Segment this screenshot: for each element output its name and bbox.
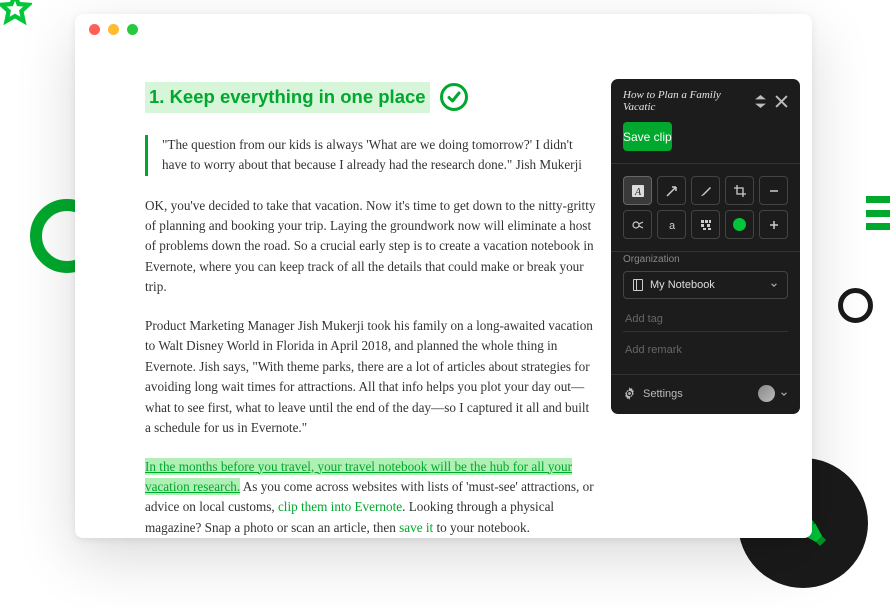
crop-icon[interactable]: [725, 176, 754, 205]
notebook-icon: [633, 279, 643, 291]
remark-input[interactable]: [623, 338, 788, 362]
arrow-icon[interactable]: [657, 176, 686, 205]
account-menu[interactable]: [758, 385, 788, 402]
chevron-down-icon: [780, 390, 788, 398]
settings-button[interactable]: Settings: [623, 387, 683, 400]
font-icon[interactable]: a: [657, 210, 686, 239]
clipper-title: How to Plan a Family Vacatic: [623, 89, 754, 113]
color-picker-icon[interactable]: [725, 210, 754, 239]
zoom-in-icon[interactable]: [759, 210, 788, 239]
checkmark-stamp-icon: [440, 83, 468, 111]
titlebar: [75, 14, 812, 44]
organization-label: Organization: [611, 252, 800, 271]
window-minimize-button[interactable]: [108, 24, 119, 35]
annotation-tools: A a: [611, 164, 800, 251]
window-zoom-button[interactable]: [127, 24, 138, 35]
inline-link[interactable]: save it: [399, 520, 433, 535]
svg-text:a: a: [668, 220, 675, 232]
decor-dashes: [866, 196, 890, 230]
collapse-icon[interactable]: [754, 95, 767, 108]
browser-window: 1. Keep everything in one place "The que…: [75, 14, 812, 538]
zoom-out-icon[interactable]: [759, 176, 788, 205]
avatar: [758, 385, 775, 402]
decor-small-ring: [838, 288, 873, 323]
paragraph: OK, you've decided to take that vacation…: [145, 196, 597, 298]
paragraph: Product Marketing Manager Jish Mukerji t…: [145, 316, 597, 439]
notebook-selector[interactable]: My Notebook: [623, 271, 788, 299]
paragraph: In the months before you travel, your tr…: [145, 457, 597, 538]
tag-input[interactable]: [623, 307, 788, 332]
web-clipper-panel: How to Plan a Family Vacatic Save clip A: [611, 79, 800, 414]
inline-link[interactable]: clip them into Evernote: [278, 499, 402, 514]
chevron-down-icon: [770, 281, 778, 289]
notebook-name: My Notebook: [650, 279, 715, 291]
text-annotation-icon[interactable]: A: [623, 176, 652, 205]
close-icon[interactable]: [775, 95, 788, 108]
decor-star: [0, 0, 32, 26]
gear-icon: [623, 387, 636, 400]
window-close-button[interactable]: [89, 24, 100, 35]
save-clip-button[interactable]: Save clip: [623, 122, 672, 151]
pixelate-icon[interactable]: [691, 210, 720, 239]
blockquote: "The question from our kids is always 'W…: [145, 135, 597, 176]
article-heading: 1. Keep everything in one place: [145, 82, 430, 113]
stamp-tool-icon[interactable]: [623, 210, 652, 239]
pen-icon[interactable]: [691, 176, 720, 205]
svg-text:A: A: [633, 187, 641, 198]
article-body: 1. Keep everything in one place "The que…: [145, 82, 597, 538]
